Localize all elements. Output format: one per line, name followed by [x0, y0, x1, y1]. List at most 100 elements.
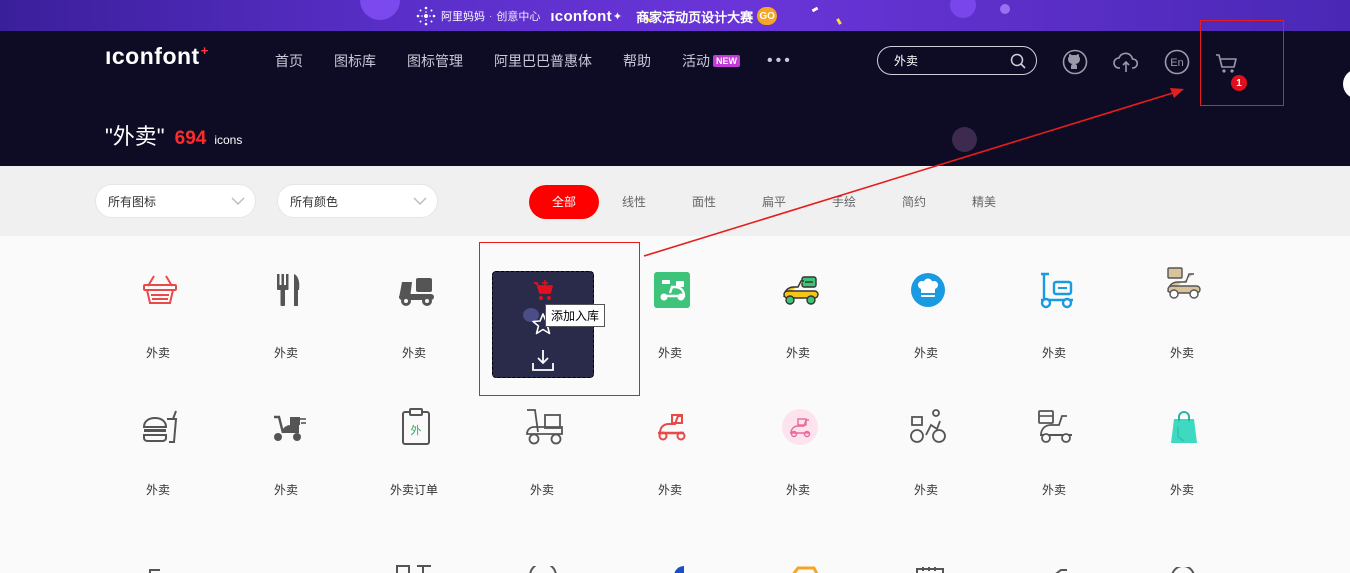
filter-bar: 所有图标 所有颜色 全部 线性 面性 扁平 手绘 简约 精美 [0, 166, 1350, 236]
icon-label: 外卖 [273, 346, 298, 360]
nav-icon-library[interactable]: 图标库 [334, 51, 376, 71]
icon-card[interactable]: 外卖 [222, 236, 350, 360]
icon-color-select-value: 所有颜色 [290, 194, 339, 209]
annotation-box-icon [479, 242, 640, 396]
banner-brand: ıconfont [550, 7, 612, 25]
sparkle-icon [416, 6, 436, 26]
blue-scooter-outline-icon [1040, 272, 1073, 309]
tab-flat[interactable]: 扁平 [739, 185, 809, 219]
banner-separator: · [489, 10, 493, 22]
cyclist-icon [910, 409, 946, 443]
icon-type-select[interactable]: 所有图标 [95, 184, 256, 218]
shopping-bag-icon [1171, 411, 1197, 443]
banner-text-alimama: 阿里妈妈 [441, 11, 485, 23]
beige-scooter-icon [1167, 267, 1201, 299]
icon-label: 外卖 [657, 483, 682, 497]
blue-chef-icon [911, 273, 945, 307]
upload-cloud-icon[interactable] [1113, 49, 1139, 75]
icon-label: 外卖 [1041, 483, 1066, 497]
icon-card[interactable]: 外卖 [990, 236, 1118, 360]
red-scooter-icon [658, 414, 686, 441]
banner-decoration [360, 0, 400, 20]
tab-solid[interactable]: 面性 [669, 185, 739, 219]
pink-scooter-icon [782, 409, 818, 445]
partial-icon [1055, 569, 1067, 573]
avatar[interactable] [1343, 69, 1350, 99]
nav-home[interactable]: 首页 [275, 51, 303, 71]
icon-label: 外卖 [785, 483, 810, 497]
tab-handdrawn[interactable]: 手绘 [809, 185, 879, 219]
nav-help[interactable]: 帮助 [623, 51, 651, 71]
partial-icon [792, 566, 819, 573]
icon-label: 外卖 [273, 483, 298, 497]
promo-banner[interactable]: 阿里妈妈 · 创意中心 ıconfont ✦ 商家活动页设计大赛 GO [0, 0, 1350, 31]
icon-label: 外卖 [145, 483, 170, 497]
icon-card[interactable]: 外卖 [734, 236, 862, 360]
annotation-box-cart [1200, 20, 1284, 106]
icon-card[interactable]: 外卖 [1118, 236, 1246, 360]
nav-puhuiti-font[interactable]: 阿里巴巴普惠体 [494, 51, 592, 71]
github-icon[interactable] [1062, 49, 1088, 75]
main-nav: 首页 图标库 图标管理 阿里巴巴普惠体 帮助 活动 NEW ••• [275, 51, 793, 71]
search-icon[interactable] [1010, 53, 1026, 69]
icon-card[interactable]: 外 外卖订单 [350, 373, 478, 497]
nav-more-button[interactable]: ••• [767, 52, 793, 70]
tab-exquisite[interactable]: 精美 [949, 185, 1019, 219]
icon-label: 外卖订单 [389, 483, 438, 497]
icon-card[interactable]: 外卖 [862, 236, 990, 360]
icon-card[interactable]: 外卖 [94, 373, 222, 497]
green-scooter-icon [654, 272, 690, 308]
nav-icon-management[interactable]: 图标管理 [407, 51, 463, 71]
fork-knife-icon [277, 274, 300, 306]
partial-icon [149, 569, 174, 573]
banner-text-creative: 创意中心 [496, 11, 541, 23]
banner-confetti [811, 6, 819, 13]
delivery-scooter-icon [399, 278, 434, 306]
yellow-scooter-icon [783, 276, 819, 305]
order-clipboard-icon: 外 [402, 408, 430, 445]
icon-card[interactable]: 外卖 [862, 373, 990, 497]
banner-confetti [836, 18, 842, 25]
site-header: ıconfont+ 首页 图标库 图标管理 阿里巴巴普惠体 帮助 活动 NEW •… [0, 31, 1350, 166]
tab-linear[interactable]: 线性 [599, 185, 669, 219]
site-logo[interactable]: ıconfont+ [105, 43, 209, 70]
icon-label: 外卖 [145, 346, 170, 360]
style-tabs: 全部 线性 面性 扁平 手绘 简约 精美 [529, 185, 1019, 219]
tab-all[interactable]: 全部 [529, 185, 599, 219]
icon-card[interactable]: 外卖 [734, 373, 862, 497]
icon-label: 外卖 [529, 483, 554, 497]
result-title: "外卖" 694 icons [105, 119, 242, 151]
icon-label: 外卖 [913, 346, 938, 360]
partial-icon [916, 567, 944, 573]
burger-drink-icon [142, 410, 178, 443]
result-count: 694 [174, 128, 207, 149]
icon-grid: 外卖 外卖 外卖 外卖 外卖 外卖 外卖 外卖 外卖 外卖 外 外卖订单 外卖 … [0, 236, 1350, 573]
partial-icon [396, 565, 431, 573]
banner-campaign: 商家活动页设计大赛 [636, 9, 754, 25]
icon-label: 外卖 [1041, 346, 1066, 360]
svg-text:外: 外 [411, 424, 422, 437]
nav-activity[interactable]: 活动 NEW [682, 51, 740, 71]
decorative-dot [952, 127, 977, 152]
language-icon[interactable]: En [1164, 49, 1190, 75]
icon-card[interactable]: 外卖 [1118, 373, 1246, 497]
icon-card[interactable]: 外卖 [94, 236, 222, 360]
icon-label: 外卖 [785, 346, 810, 360]
partial-icon [674, 566, 684, 573]
icon-color-select[interactable]: 所有颜色 [277, 184, 438, 218]
icon-card[interactable]: 外卖 [222, 373, 350, 497]
search-box [877, 46, 1037, 75]
partial-icon [529, 566, 557, 573]
icon-card[interactable]: 外卖 [990, 373, 1118, 497]
new-badge: NEW [713, 55, 740, 67]
result-query: "外卖" [105, 124, 165, 149]
icon-type-select-value: 所有图标 [108, 194, 157, 209]
partial-icon [1171, 567, 1195, 573]
banner-go-button[interactable]: GO [757, 7, 778, 25]
icon-label: 外卖 [401, 346, 426, 360]
chevron-down-icon [231, 197, 245, 205]
search-input[interactable] [894, 53, 1004, 68]
icon-card[interactable]: 外卖 [350, 236, 478, 360]
tab-simple[interactable]: 简约 [879, 185, 949, 219]
basket-icon [143, 275, 177, 304]
